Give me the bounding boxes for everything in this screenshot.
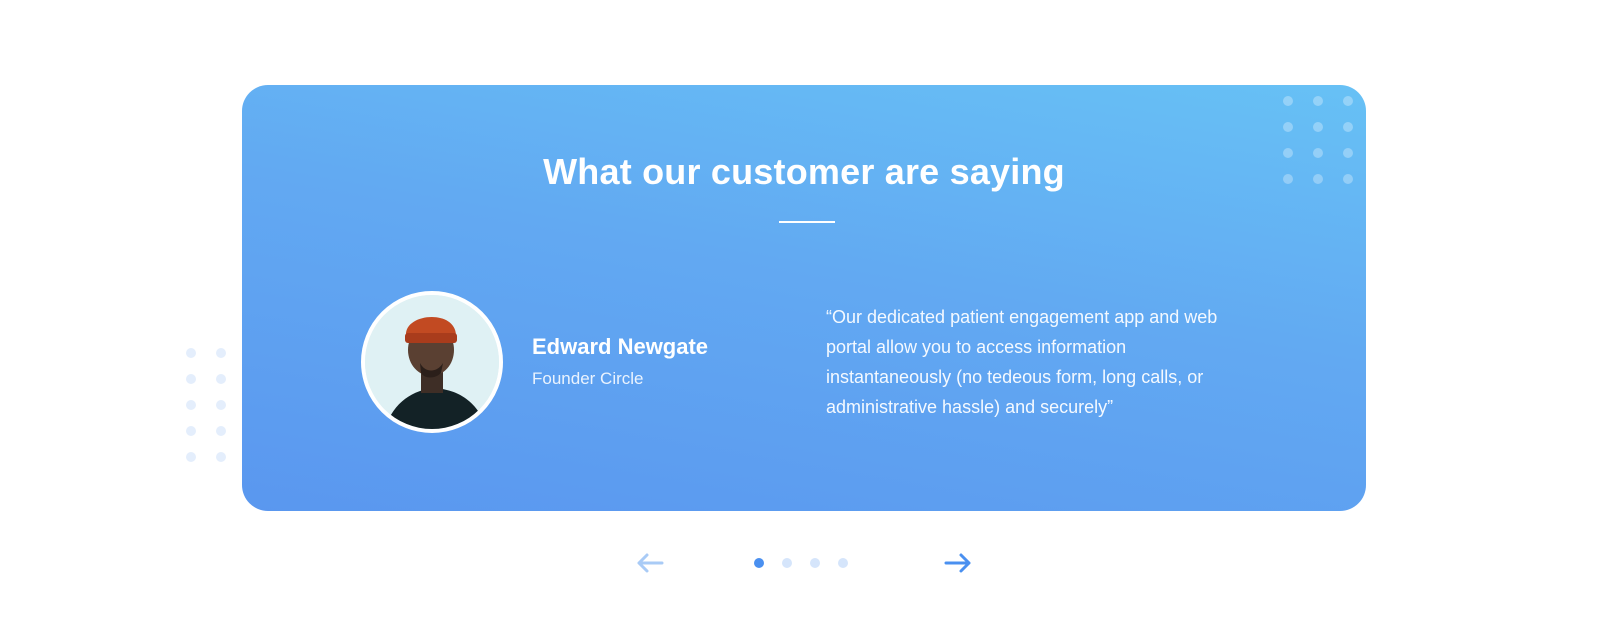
pagination-dot-1[interactable] xyxy=(754,558,764,568)
decorative-dot-grid-left xyxy=(186,348,226,462)
pagination-dot-2[interactable] xyxy=(782,558,792,568)
pagination-dot-4[interactable] xyxy=(838,558,848,568)
arrow-right-icon xyxy=(944,553,971,573)
customer-portrait-icon xyxy=(365,295,499,429)
title-divider xyxy=(779,221,835,223)
testimonial-quote: “Our dedicated patient engagement app an… xyxy=(826,307,1218,417)
arrow-left-icon xyxy=(637,553,664,573)
customer-role: Founder Circle xyxy=(532,369,644,388)
next-button[interactable] xyxy=(940,548,976,578)
pagination-dot-3[interactable] xyxy=(810,558,820,568)
section-title: What our customer are saying xyxy=(543,151,1065,192)
carousel-navigation xyxy=(0,548,1600,578)
previous-button[interactable] xyxy=(632,548,668,578)
carousel-pagination xyxy=(754,558,848,568)
testimonial-card: What our customer are saying Edward Newg… xyxy=(242,85,1366,511)
customer-name: Edward Newgate xyxy=(532,334,709,359)
avatar xyxy=(361,291,503,433)
